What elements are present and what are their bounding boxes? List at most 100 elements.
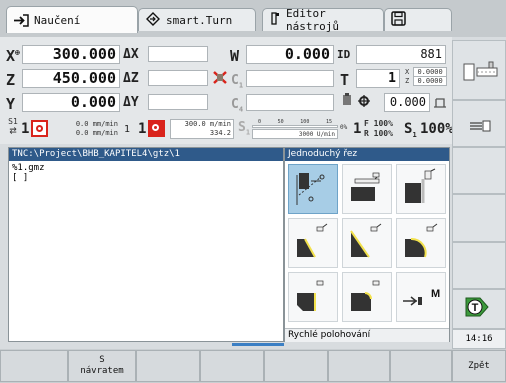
program-line-2[interactable]: [ ]	[9, 173, 45, 183]
cycle-plunge-cut[interactable]	[396, 164, 446, 214]
tool-icon	[269, 11, 281, 29]
spindle-override-label: S1	[404, 121, 417, 139]
softkey-3[interactable]	[136, 350, 200, 382]
m-function-icon: M	[403, 288, 440, 306]
tab-teach[interactable]: Naučení	[6, 6, 138, 33]
z-position-value: 450.000	[22, 69, 120, 88]
rounding-icon	[351, 280, 380, 311]
softkey-7[interactable]	[390, 350, 452, 382]
save-icon	[391, 11, 406, 29]
softkey-1[interactable]	[0, 350, 68, 382]
clock: 14:16	[452, 329, 506, 349]
channel-1: 1	[124, 124, 131, 135]
spindle-override-value: 100%	[420, 121, 454, 137]
cutting-speed: 300.0 m/min 334.2	[170, 119, 234, 139]
spindle-position-value: 0.000	[384, 93, 430, 112]
cycle-face-cut[interactable]	[342, 164, 392, 214]
side-button-5[interactable]	[452, 242, 506, 289]
t-tool-button[interactable]: T	[452, 289, 506, 329]
feed-rate-1: 0.0 mm/min 0.0 mm/min	[75, 120, 118, 137]
side-button-3[interactable]	[452, 147, 506, 194]
override-channel: 1	[353, 121, 362, 137]
softkey-bar: S návratem Zpět	[0, 349, 506, 383]
x-delta-label: ΔX	[123, 47, 139, 62]
tool-holder-icon	[342, 92, 378, 115]
tool-t-icon: T	[464, 296, 494, 323]
c1-field	[246, 70, 334, 87]
c4-field	[246, 94, 334, 111]
tool-t-value: 1	[356, 69, 400, 88]
y-delta-label: ΔY	[123, 95, 139, 110]
softkey-4[interactable]	[200, 350, 264, 382]
w-position-value: 0.000	[246, 45, 334, 64]
cycle-m-function[interactable]: M	[396, 272, 446, 322]
tab-tool-editor-label: Editor nástrojů	[286, 7, 339, 33]
s1-number: 1	[21, 121, 30, 137]
diamond-arrow-icon	[145, 11, 161, 29]
back-button[interactable]: Zpět	[452, 350, 506, 382]
tab-save[interactable]	[384, 8, 452, 31]
cycle-menu-title: Jednoduchý řez	[285, 148, 449, 161]
c4-axis-label: C4	[231, 97, 244, 114]
spindle-stop-icon-2	[148, 120, 165, 137]
cycle-menu-footer: Rychlé polohování	[285, 328, 449, 342]
radius-cut-icon	[405, 223, 438, 258]
z-delta-field	[148, 70, 208, 86]
side-button-4[interactable]	[452, 194, 506, 242]
face-cut-icon	[351, 172, 380, 201]
tab-bar: Naučení smart.Turn Editor nástrojů	[0, 0, 506, 37]
tool-offsets: X 0.0000 Z 0.0000	[405, 67, 447, 86]
plunge-cut-icon	[405, 168, 436, 203]
spindle-load-bar: 0 50 100 15 3000 U/min	[252, 119, 338, 139]
cycle-radius-cut[interactable]	[396, 218, 446, 268]
angle-cut-icon	[350, 223, 382, 258]
longitudinal-cut-icon	[296, 173, 325, 205]
login-arrow-icon	[13, 13, 29, 27]
s3-label: S1	[238, 120, 251, 137]
feed-overrides: F 100% R 100%	[364, 119, 393, 138]
spindle-tool-icon	[469, 119, 493, 137]
softkey-5[interactable]	[264, 350, 328, 382]
tool-t-label: T	[340, 71, 350, 89]
softkey-6[interactable]	[328, 350, 390, 382]
w-axis-label: W	[230, 47, 240, 65]
program-window: TNC:\Project\BHB_KAPITEL4\gtz\1 %1.gmz […	[8, 147, 284, 342]
tab-teach-label: Naučení	[34, 13, 81, 27]
rpm-value: 3000 U/min	[252, 129, 338, 139]
svg-text:M: M	[431, 288, 440, 300]
cycle-chamfer-cut[interactable]	[288, 218, 338, 268]
cycle-angle-cut[interactable]	[342, 218, 392, 268]
tab-smart-turn[interactable]: smart.Turn	[138, 8, 256, 31]
tab-smart-turn-label: smart.Turn	[166, 13, 233, 27]
chamfer-cut-icon	[297, 223, 328, 258]
load-bar-track	[252, 125, 338, 128]
c1-axis-label: C1	[231, 73, 244, 90]
channel-1-bold: 1	[138, 121, 147, 137]
y-axis-label: Y	[6, 95, 16, 113]
position-display: X⊕ 300.000 ΔX W 0.000 ID 881 Z 450.000 Δ…	[0, 37, 454, 144]
y-position-value: 0.000	[22, 93, 120, 112]
y-delta-field	[148, 94, 208, 110]
x-position-value: 300.000	[22, 45, 120, 64]
cycle-longitudinal-cut[interactable]	[288, 164, 338, 214]
machine-icon	[463, 61, 499, 88]
cycle-menu: Jednoduchý řez M Rychlé polohování	[284, 147, 450, 342]
cycle-chamfer-2[interactable]	[288, 272, 338, 322]
collision-warning-icon	[212, 70, 228, 90]
machine-view-button[interactable]	[452, 40, 506, 100]
s1-label-block: S1 ⇄	[8, 117, 18, 137]
program-line-1[interactable]: %1.gmz	[9, 163, 45, 173]
z-axis-label: Z	[6, 71, 16, 89]
cycle-rounding[interactable]	[342, 272, 392, 322]
load-percent: 0%	[340, 124, 348, 131]
tool-view-button[interactable]	[452, 100, 506, 147]
softkey-s-return[interactable]: S návratem	[68, 350, 136, 382]
x-delta-field	[148, 46, 208, 62]
id-value: 881	[356, 45, 446, 64]
x-axis-label: X⊕	[6, 47, 20, 65]
spindle-icon	[432, 95, 448, 114]
spindle-stop-icon	[31, 120, 48, 137]
tab-tool-editor[interactable]: Editor nástrojů	[262, 7, 384, 33]
scroll-indicator	[232, 343, 284, 346]
chamfer-2-icon	[297, 280, 324, 311]
